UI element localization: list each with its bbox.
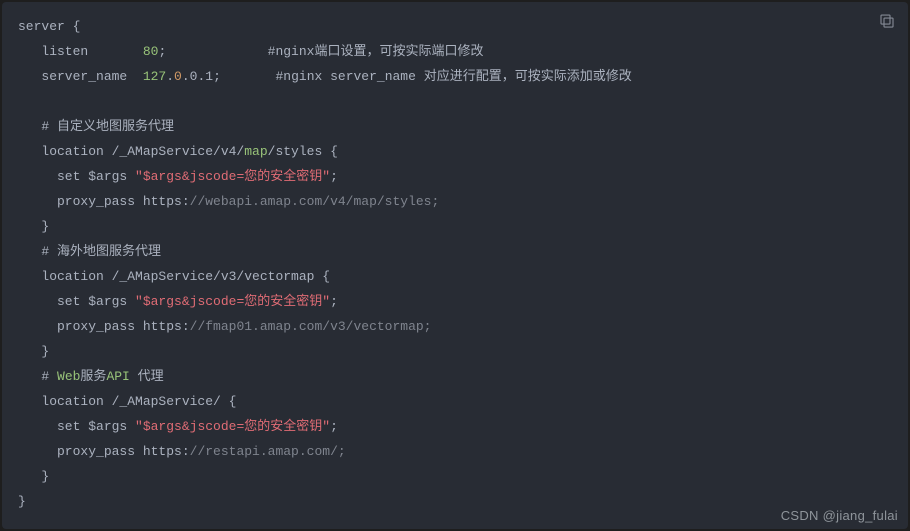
- code-comment: #nginx server_name 对应进行配置，可按实际添加或修改: [275, 69, 631, 84]
- code-token: listen: [18, 44, 143, 59]
- code-token: 0: [174, 69, 182, 84]
- code-url: //fmap01.amap.com/v3/vectormap;: [190, 319, 432, 334]
- code-token: [18, 369, 41, 384]
- code-token: API: [106, 369, 129, 384]
- code-comment: # 海外地图服务代理: [41, 244, 161, 259]
- code-token: .0.1;: [182, 69, 276, 84]
- code-token: location /_AMapService/ {: [18, 394, 236, 409]
- code-string: "$args&jscode=您的安全密钥": [135, 419, 330, 434]
- code-token: Web: [57, 369, 80, 384]
- code-token: 80: [143, 44, 159, 59]
- code-comment: 服务: [80, 369, 106, 384]
- watermark: CSDN @jiang_fulai: [781, 508, 898, 523]
- code-string: "$args&jscode=您的安全密钥": [135, 294, 330, 309]
- code-token: [18, 244, 41, 259]
- code-token: }: [18, 469, 49, 484]
- code-token: location /_AMapService/v4/: [18, 144, 244, 159]
- code-token: 127: [143, 69, 166, 84]
- code-token: }: [18, 344, 49, 359]
- code-url: //restapi.amap.com/;: [190, 444, 346, 459]
- code-token: }: [18, 494, 26, 509]
- code-token: proxy_pass https:: [18, 319, 190, 334]
- code-token: set $args: [18, 419, 135, 434]
- code-token: proxy_pass https:: [18, 444, 190, 459]
- code-string: "$args&jscode=您的安全密钥": [135, 169, 330, 184]
- code-token: ;: [330, 294, 338, 309]
- code-token: ;: [330, 169, 338, 184]
- copy-icon[interactable]: [878, 12, 896, 30]
- code-token: ;: [158, 44, 267, 59]
- code-url: //webapi.amap.com/v4/map/styles;: [190, 194, 440, 209]
- code-block: server { listen 80; #nginx端口设置，可按实际端口修改 …: [2, 2, 908, 529]
- code-token: .: [166, 69, 174, 84]
- code-token: server_name: [18, 69, 143, 84]
- code-token: /styles {: [268, 144, 338, 159]
- code-token: location /_AMapService/v3/vectormap {: [18, 269, 330, 284]
- code-comment: # 自定义地图服务代理: [41, 119, 174, 134]
- code-comment: #: [41, 369, 57, 384]
- code-comment: #nginx端口设置，可按实际端口修改: [268, 44, 484, 59]
- code-content: server { listen 80; #nginx端口设置，可按实际端口修改 …: [18, 14, 892, 514]
- code-token: ;: [330, 419, 338, 434]
- code-token: set $args: [18, 169, 135, 184]
- code-token: proxy_pass https:: [18, 194, 190, 209]
- code-token: [18, 119, 41, 134]
- code-token: set $args: [18, 294, 135, 309]
- code-token: server {: [18, 19, 80, 34]
- code-token: map: [244, 144, 267, 159]
- code-comment: 代理: [130, 369, 164, 384]
- code-token: }: [18, 219, 49, 234]
